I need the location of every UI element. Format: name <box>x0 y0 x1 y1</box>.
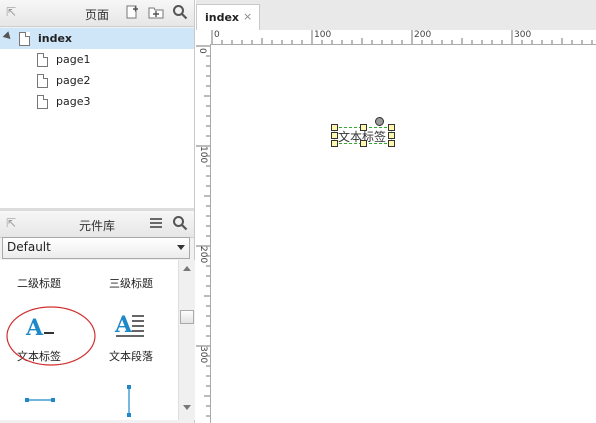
resize-handle-sw[interactable] <box>331 140 338 147</box>
add-folder-icon[interactable] <box>148 4 164 20</box>
library-panel-title: 元件库 <box>78 219 115 233</box>
vertical-ruler-ticks <box>196 45 210 417</box>
page-tree: index page1 page2 page3 <box>0 28 194 210</box>
search-icon[interactable] <box>172 215 188 231</box>
page-icon <box>37 95 48 109</box>
expand-triangle-icon[interactable] <box>2 31 14 42</box>
scroll-up-icon[interactable] <box>182 264 192 272</box>
ruler-h-label-0: 0 <box>214 30 220 40</box>
resize-handle-n[interactable] <box>360 124 367 131</box>
resize-handle-se[interactable] <box>388 140 395 147</box>
tab-bar: index × <box>196 0 596 31</box>
page-label: page1 <box>56 53 91 66</box>
resize-handle-ne[interactable] <box>388 124 395 131</box>
widget-paragraph[interactable]: 文本段落 <box>96 348 166 364</box>
search-icon[interactable] <box>172 4 188 20</box>
ruler-v-label-100: 100 <box>198 146 208 164</box>
canvas-text-label-widget[interactable]: 文本标签 <box>331 117 395 147</box>
widget-h3[interactable]: 三级标题 <box>96 275 166 291</box>
annotation-circle <box>6 306 96 366</box>
resize-handle-w[interactable] <box>331 132 338 139</box>
horizontal-ruler: 0 100 200 300 <box>196 30 596 45</box>
library-scrollbar[interactable] <box>178 260 195 420</box>
resize-handle-s[interactable] <box>360 140 367 147</box>
page-label: page3 <box>56 95 91 108</box>
page-label: index <box>38 32 73 45</box>
page-label: page2 <box>56 74 91 87</box>
left-sidebar: ⇱ 页面 index page1 page2 page3 ⇱ 元件库 Defau… <box>0 0 195 423</box>
page-item-page3[interactable]: page3 <box>0 91 194 112</box>
ruler-h-label-200: 200 <box>414 30 432 40</box>
scroll-thumb[interactable] <box>180 310 194 324</box>
page-icon <box>19 32 30 46</box>
design-canvas[interactable]: 文本标签 <box>211 45 596 423</box>
tab-label: index <box>205 11 240 24</box>
ruler-h-label-300: 300 <box>514 30 532 40</box>
paragraph-widget-icon[interactable]: A <box>114 310 148 342</box>
horizontal-line-widget-icon[interactable] <box>24 394 56 406</box>
tab-index[interactable]: index × <box>196 4 260 31</box>
close-icon[interactable]: × <box>243 10 252 23</box>
page-item-page2[interactable]: page2 <box>0 70 194 91</box>
page-item-page1[interactable]: page1 <box>0 49 194 70</box>
library-select[interactable]: Default <box>2 237 190 259</box>
widget-library: 二级标题 三级标题 A 文本标签 A 文本段落 <box>0 260 178 420</box>
resize-handle-e[interactable] <box>388 132 395 139</box>
scroll-down-icon[interactable] <box>182 404 192 412</box>
vertical-line-widget-icon[interactable] <box>124 384 134 418</box>
pages-panel-header: ⇱ 页面 <box>0 0 194 27</box>
chevron-down-icon <box>177 245 185 250</box>
horizontal-ruler-ticks <box>211 30 593 44</box>
page-icon <box>37 74 48 88</box>
ruler-v-label-300: 300 <box>198 346 208 364</box>
rotate-handle[interactable] <box>375 117 384 126</box>
menu-icon[interactable] <box>148 215 164 231</box>
page-icon <box>37 53 48 67</box>
add-page-icon[interactable] <box>124 4 140 20</box>
ruler-v-label-200: 200 <box>198 246 208 264</box>
library-select-value: Default <box>7 240 51 254</box>
pages-panel-title: 页面 <box>84 8 109 22</box>
resize-handle-nw[interactable] <box>331 124 338 131</box>
ruler-v-label-0: 0 <box>197 48 207 54</box>
widget-h2[interactable]: 二级标题 <box>4 275 74 291</box>
page-item-index[interactable]: index <box>0 28 194 49</box>
svg-text:A: A <box>114 312 133 338</box>
ruler-h-label-100: 100 <box>314 30 332 40</box>
vertical-ruler: 0 100 200 300 <box>196 44 211 423</box>
library-panel-header: ⇱ 元件库 <box>0 211 194 238</box>
